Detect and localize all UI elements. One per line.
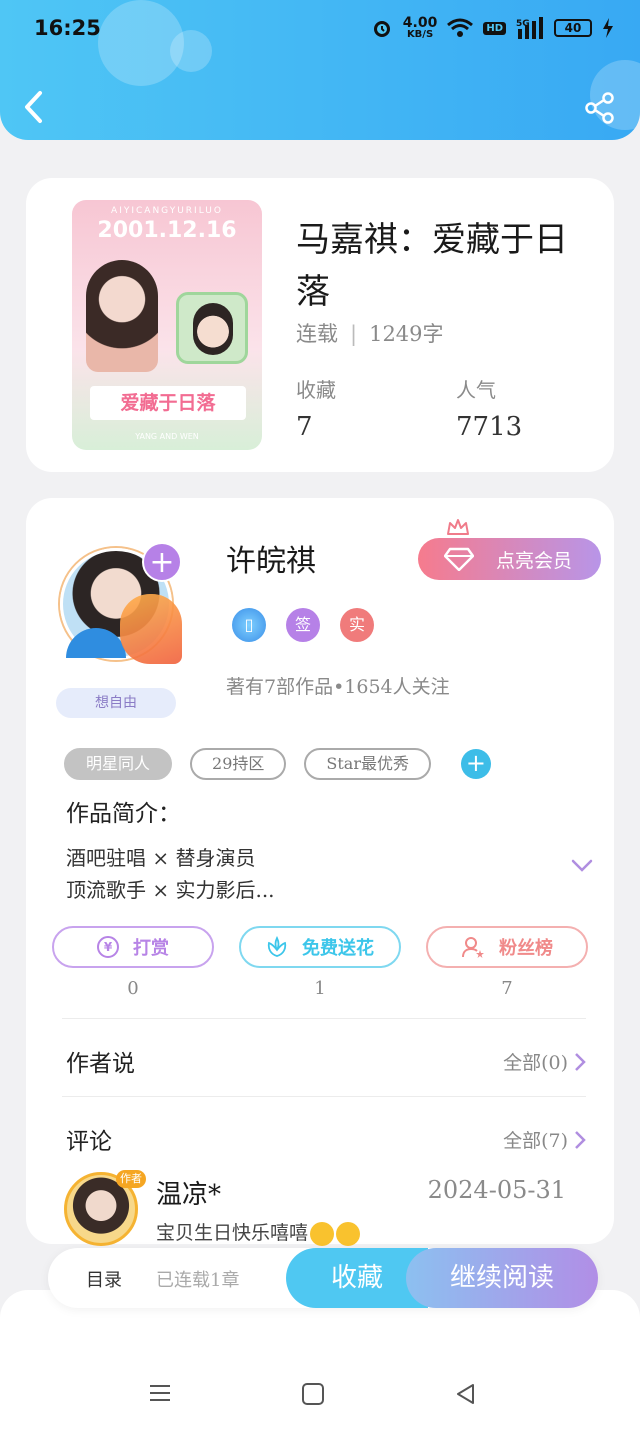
author-tag: 作者 — [116, 1170, 146, 1188]
cover-photo — [86, 260, 158, 372]
continue-reading-button[interactable]: 继续阅读 — [406, 1248, 598, 1308]
reading-action-bar: 目录 已连载1章 收藏 继续阅读 — [48, 1248, 598, 1308]
cover-photo — [176, 292, 248, 364]
fan-ranking-button[interactable]: 粉丝榜 — [426, 926, 588, 968]
cover-date: 2001.12.16 — [97, 218, 237, 243]
fan-count: 7 — [501, 978, 513, 999]
avatar-frame-decoration — [120, 594, 182, 664]
signal-icon: 5G — [516, 17, 543, 39]
book-cover[interactable]: AIYICANGYURILUO 2001.12.16 爱藏于日落 YANG AN… — [72, 200, 262, 450]
fan-icon — [462, 937, 484, 958]
net-speed: 4.00 KB/S — [402, 15, 438, 40]
diamond-icon — [444, 547, 474, 571]
intro-label: 作品简介： — [66, 801, 181, 827]
kiss-emoji-icon — [310, 1222, 335, 1246]
comment-date: 2024-05-31 — [427, 1176, 566, 1204]
comments-label: 评论 — [66, 1129, 112, 1155]
collect-label: 收藏 — [296, 378, 336, 402]
comment-text: 宝贝生日快乐嘻嘻 — [156, 1218, 361, 1246]
chevron-right-icon — [575, 1130, 586, 1149]
cover-title: 爱藏于日落 — [90, 386, 246, 420]
catalog-button[interactable]: 目录 — [86, 1266, 122, 1292]
send-flower-button[interactable]: 免费送花 — [239, 926, 401, 968]
header-bar: 16:25 4.00 KB/S HD 5G 40 — [0, 0, 640, 140]
serial-progress[interactable]: 已连载1章 — [156, 1266, 239, 1292]
intro-text: 酒吧驻唱 × 替身演员 顶流歌手 × 实力影后... — [66, 842, 546, 906]
action-counts: 0 1 7 — [52, 978, 588, 999]
action-buttons: ¥ 打赏 免费送花 粉丝榜 — [52, 926, 588, 968]
fan-ranking-label: 粉丝榜 — [499, 938, 553, 959]
nav-back-icon[interactable] — [454, 1382, 476, 1406]
popularity-value: 7713 — [456, 412, 523, 442]
add-tag-button[interactable]: + — [460, 749, 491, 779]
intro-line: 顶流歌手 × 实力影后... — [66, 878, 275, 902]
author-says-count: 全部(0) — [503, 1052, 568, 1074]
tag-item[interactable]: 29持区 — [190, 748, 287, 780]
home-icon[interactable] — [302, 1383, 324, 1405]
author-says-more[interactable]: 全部(0) — [503, 1048, 586, 1075]
divider — [62, 1018, 586, 1019]
alarm-icon — [373, 21, 390, 37]
crown-icon — [447, 519, 469, 535]
tag-item[interactable]: Star最优秀 — [304, 748, 431, 780]
battery-icon: 40 — [554, 19, 592, 37]
tip-count: 0 — [127, 978, 139, 999]
tag-item[interactable]: 明星同人 — [64, 748, 173, 780]
hd-icon: HD — [483, 21, 506, 35]
author-mood-tag: 想自由 — [56, 688, 176, 718]
intro-line: 酒吧驻唱 × 替身演员 — [66, 846, 256, 870]
divider — [62, 1096, 586, 1097]
word-count: 1249字 — [369, 322, 444, 346]
yen-icon: ¥ — [97, 936, 119, 958]
send-flower-label: 免费送花 — [302, 938, 374, 959]
bubble-decoration — [170, 30, 212, 72]
comment-body: 宝贝生日快乐嘻嘻 — [156, 1222, 309, 1244]
commenter-name[interactable]: 温凉* — [156, 1174, 221, 1211]
book-status: 连载 — [296, 322, 338, 346]
status-time: 16:25 — [34, 16, 101, 40]
book-meta: 连载 | 1249字 — [296, 322, 444, 346]
popularity-label: 人气 — [456, 378, 496, 402]
author-card: + 想自由 许皖祺 点亮会员 ▯ 签 实 著有7部作品•1654人关注 明星同人… — [26, 498, 614, 1246]
author-badges: ▯ 签 实 — [232, 608, 374, 642]
signed-badge[interactable]: 签 — [286, 608, 320, 642]
book-info-card: AIYICANGYURILUO 2001.12.16 爱藏于日落 YANG AN… — [26, 178, 614, 472]
author-stats: 著有7部作品•1654人关注 — [226, 676, 450, 698]
comments-more[interactable]: 全部(7) — [503, 1126, 586, 1153]
collect-value: 7 — [296, 412, 313, 442]
share-icon[interactable] — [584, 92, 616, 124]
charging-icon — [603, 18, 613, 38]
kiss-emoji-icon — [336, 1222, 361, 1246]
flower-icon — [267, 936, 287, 957]
book-title: 马嘉祺：爱藏于日落 — [296, 220, 568, 312]
author-says-label: 作者说 — [66, 1051, 135, 1077]
chevron-down-icon[interactable] — [570, 858, 594, 874]
tip-button[interactable]: ¥ 打赏 — [52, 926, 214, 968]
verified-badge[interactable]: 实 — [340, 608, 374, 642]
vip-button[interactable]: 点亮会员 — [418, 538, 601, 580]
chevron-right-icon — [575, 1052, 586, 1071]
follow-plus-button[interactable]: + — [142, 542, 182, 582]
back-icon[interactable] — [22, 90, 46, 124]
cover-bottom-text: YANG AND WEN — [135, 432, 199, 441]
system-nav-bar — [0, 1290, 640, 1433]
wifi-icon — [447, 18, 474, 37]
flower-count: 1 — [314, 978, 326, 999]
cover-top-text: AIYICANGYURILUO — [111, 206, 223, 216]
status-icons: 4.00 KB/S HD 5G 40 — [371, 14, 614, 42]
menu-icon[interactable] — [148, 1383, 172, 1403]
author-name[interactable]: 许皖祺 — [226, 536, 316, 580]
vip-button-label: 点亮会员 — [496, 549, 573, 572]
comments-count: 全部(7) — [503, 1130, 568, 1152]
tip-button-label: 打赏 — [133, 938, 169, 959]
level-badge-icon[interactable]: ▯ — [232, 608, 266, 642]
book-tags: 明星同人 29持区 Star最优秀 + — [64, 748, 491, 780]
